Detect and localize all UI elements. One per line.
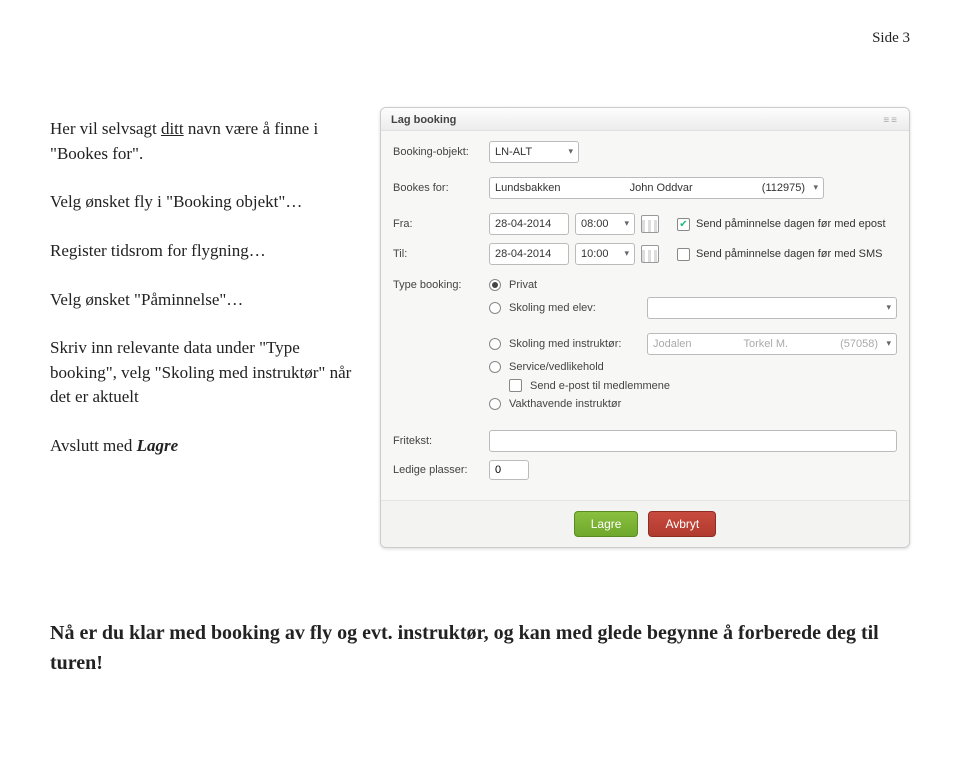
label-skoling-instr: Skoling med instruktør:	[509, 338, 639, 350]
instr-firstname: Torkel M.	[744, 338, 789, 350]
til-time-value: 10:00	[581, 248, 609, 260]
radio-service[interactable]	[489, 361, 501, 373]
reminder-email-checkbox[interactable]: ✔	[677, 218, 690, 231]
bookes-for-firstname: John Oddvar	[630, 182, 693, 194]
label-service: Service/vedlikehold	[509, 361, 639, 373]
radio-skoling-instr[interactable]	[489, 338, 501, 350]
radio-vakthavende[interactable]	[489, 398, 501, 410]
label-til: Til:	[393, 248, 483, 260]
calendar-icon[interactable]	[641, 215, 659, 233]
label-type-booking: Type booking:	[393, 279, 483, 291]
send-email-checkbox[interactable]	[509, 379, 522, 392]
closing-text: Nå er du klar med booking av fly og evt.…	[50, 622, 879, 674]
bookes-for-id: (112975)	[762, 182, 805, 194]
radio-skoling-elev[interactable]	[489, 302, 501, 314]
instr-lastname: Jodalen	[653, 338, 692, 350]
underlined-text: ditt	[161, 119, 184, 138]
instr-id: (57058)	[840, 338, 878, 350]
closing-paragraph: Nå er du klar med booking av fly og evt.…	[50, 618, 910, 678]
skoling-instr-select[interactable]: Jodalen Torkel M. (57058)	[647, 333, 897, 355]
instruction-4: Velg ønsket "Påminnelse"…	[50, 288, 360, 313]
text-fragment: Avslutt med	[50, 436, 137, 455]
booking-dialog: Lag booking ≡≡ Booking-objekt: LN-ALT Bo…	[380, 107, 910, 548]
reminder-sms-label: Send påminnelse dagen før med SMS	[696, 248, 883, 260]
instruction-6: Avslutt med Lagre	[50, 434, 360, 459]
label-skoling-elev: Skoling med elev:	[509, 302, 639, 314]
instruction-2: Velg ønsket fly i "Booking objekt"…	[50, 190, 360, 215]
lagre-button[interactable]: Lagre	[574, 511, 639, 537]
bookes-for-lastname: Lundsbakken	[495, 182, 560, 194]
booking-objekt-select[interactable]: LN-ALT	[489, 141, 579, 163]
fra-time-select[interactable]: 08:00	[575, 213, 635, 235]
avbryt-button[interactable]: Avbryt	[648, 511, 716, 537]
fra-time-value: 08:00	[581, 218, 609, 230]
booking-objekt-value: LN-ALT	[495, 146, 532, 158]
bookes-for-select[interactable]: Lundsbakken John Oddvar (112975)	[489, 177, 824, 199]
ledige-plasser-input[interactable]	[489, 460, 529, 480]
dialog-titlebar: Lag booking ≡≡	[381, 108, 909, 131]
til-date-input[interactable]: 28-04-2014	[489, 243, 569, 265]
reminder-sms-checkbox[interactable]	[677, 248, 690, 261]
emphasized-text: Lagre	[137, 436, 179, 455]
dialog-title-text: Lag booking	[391, 114, 456, 126]
instruction-1: Her vil selvsagt ditt navn være å finne …	[50, 117, 360, 166]
label-vakthavende: Vakthavende instruktør	[509, 398, 639, 410]
reminder-email-label: Send påminnelse dagen før med epost	[696, 218, 886, 230]
radio-privat[interactable]	[489, 279, 501, 291]
instruction-5: Skriv inn relevante data under "Type boo…	[50, 336, 360, 410]
label-bookes-for: Bookes for:	[393, 182, 483, 194]
instructions-column: Her vil selvsagt ditt navn være å finne …	[50, 107, 360, 483]
label-privat: Privat	[509, 279, 639, 291]
fra-date-input[interactable]: 28-04-2014	[489, 213, 569, 235]
skoling-elev-select[interactable]	[647, 297, 897, 319]
calendar-icon[interactable]	[641, 245, 659, 263]
text-fragment: Her vil selvsagt	[50, 119, 161, 138]
instruction-3: Register tidsrom for flygning…	[50, 239, 360, 264]
label-ledige-plasser: Ledige plasser:	[393, 464, 483, 476]
til-time-select[interactable]: 10:00	[575, 243, 635, 265]
label-booking-objekt: Booking-objekt:	[393, 146, 483, 158]
label-fritekst: Fritekst:	[393, 435, 483, 447]
grip-icon: ≡≡	[883, 115, 899, 126]
fritekst-input[interactable]	[489, 430, 897, 452]
label-send-medlem: Send e-post til medlemmene	[530, 380, 670, 392]
page-number: Side 3	[50, 30, 910, 47]
label-fra: Fra:	[393, 218, 483, 230]
